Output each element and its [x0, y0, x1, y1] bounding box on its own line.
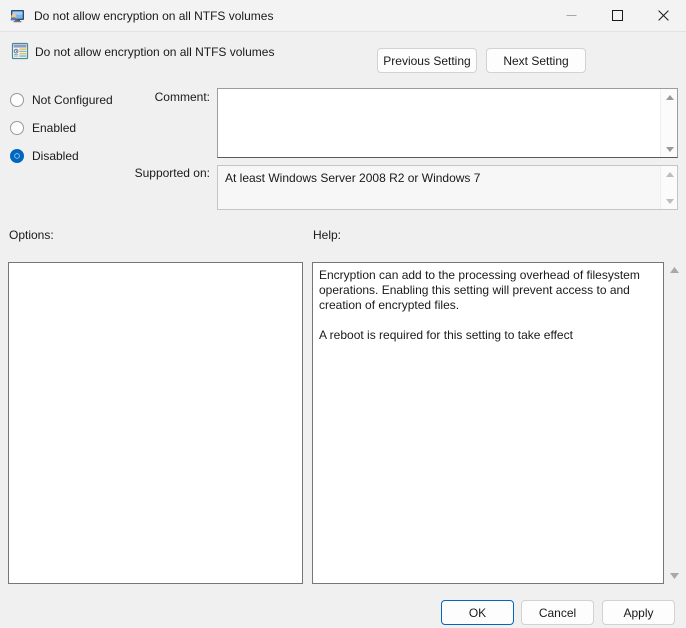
next-setting-button[interactable]: Next Setting: [486, 48, 586, 73]
help-text-container: Encryption can add to the processing ove…: [319, 268, 655, 343]
minimize-icon: [566, 15, 576, 16]
help-scroll-down-button[interactable]: [665, 569, 683, 583]
scroll-down-arrow-icon: [669, 573, 679, 579]
policy-name-heading: Do not allow encryption on all NTFS volu…: [35, 45, 275, 59]
help-scroll-up-button[interactable]: [665, 263, 683, 277]
scroll-down-arrow-icon: [665, 146, 674, 152]
comment-scroll-down-button[interactable]: [661, 142, 677, 156]
options-section-label: Options:: [9, 228, 54, 242]
scroll-up-arrow-icon: [665, 171, 674, 177]
radio-mark-enabled: [10, 121, 24, 135]
help-paragraph-spacer: [319, 313, 655, 328]
supported-on-scrollbar[interactable]: [660, 166, 677, 209]
cancel-button[interactable]: Cancel: [521, 600, 594, 625]
help-scrollbar[interactable]: [665, 262, 683, 584]
radio-mark-not-configured: [10, 93, 24, 107]
title-bar: Do not allow encryption on all NTFS volu…: [0, 0, 686, 32]
supported-on-value: At least Windows Server 2008 R2 or Windo…: [225, 171, 481, 185]
supported-on-scroll-down-button[interactable]: [661, 194, 677, 208]
supported-on-textbox[interactable]: At least Windows Server 2008 R2 or Windo…: [217, 165, 678, 210]
help-panel: Encryption can add to the processing ove…: [312, 262, 664, 584]
comment-scrollbar[interactable]: [660, 89, 677, 157]
window-title: Do not allow encryption on all NTFS volu…: [34, 8, 274, 23]
apply-button[interactable]: Apply: [602, 600, 675, 625]
close-button[interactable]: [640, 0, 686, 32]
window-controls: [548, 0, 686, 32]
ok-button[interactable]: OK: [441, 600, 514, 625]
help-paragraph-1: Encryption can add to the processing ove…: [319, 268, 640, 312]
help-section-label: Help:: [313, 228, 342, 242]
supported-on-label: Supported on:: [134, 166, 210, 180]
supported-on-scroll-up-button[interactable]: [661, 167, 677, 181]
scroll-up-arrow-icon: [665, 94, 674, 100]
comment-textbox[interactable]: [217, 88, 678, 158]
help-paragraph-2: A reboot is required for this setting to…: [319, 328, 573, 342]
comment-scroll-up-button[interactable]: [661, 90, 677, 104]
radio-option-disabled[interactable]: Disabled: [10, 147, 79, 165]
maximize-icon: [611, 10, 623, 21]
minimize-button[interactable]: [548, 0, 594, 32]
radio-label-disabled: Disabled: [32, 149, 79, 163]
policy-setting-icon: [11, 42, 29, 60]
computer-policy-icon: [10, 9, 24, 22]
close-icon: [657, 10, 669, 21]
scroll-up-arrow-icon: [669, 267, 679, 273]
maximize-button[interactable]: [594, 0, 640, 32]
scroll-down-arrow-icon: [665, 198, 674, 204]
radio-label-enabled: Enabled: [32, 121, 77, 135]
radio-option-enabled[interactable]: Enabled: [10, 119, 76, 137]
radio-mark-disabled: [10, 149, 24, 163]
options-panel[interactable]: [8, 262, 303, 584]
comment-label: Comment:: [154, 90, 210, 104]
previous-setting-button[interactable]: Previous Setting: [377, 48, 477, 73]
